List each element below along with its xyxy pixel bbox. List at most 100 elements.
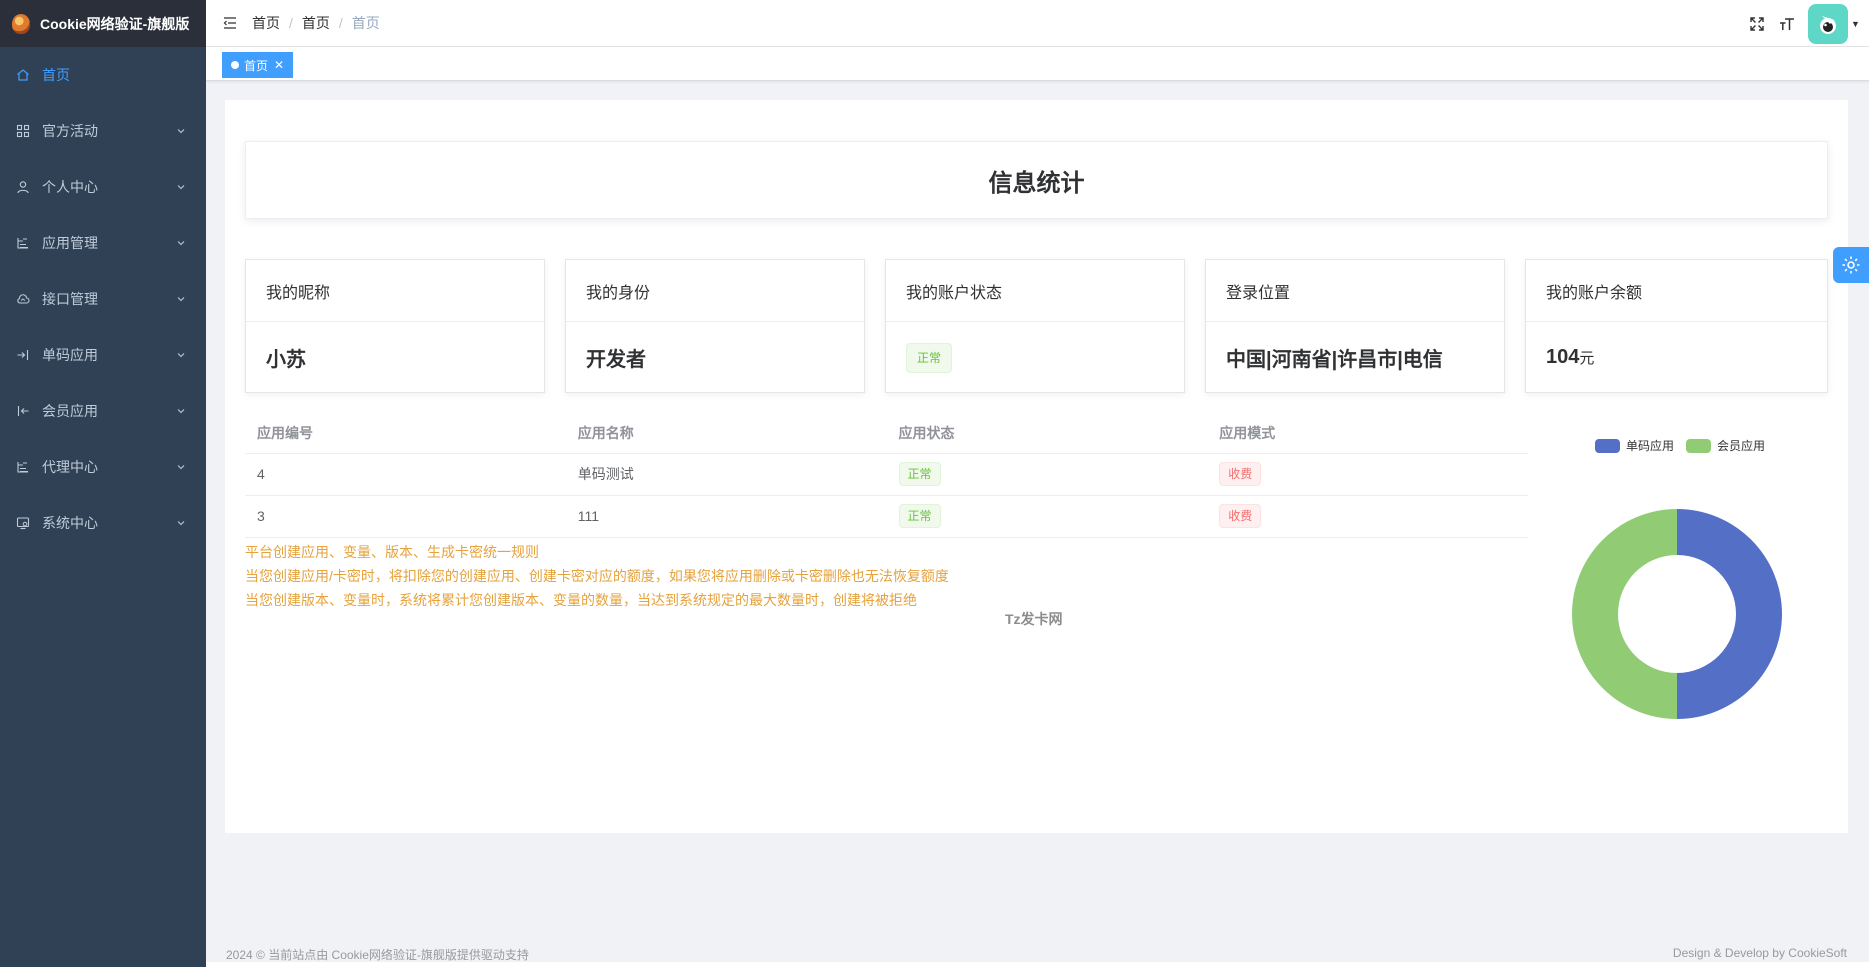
donut-slice[interactable] <box>1677 509 1782 719</box>
login-icon <box>16 348 30 362</box>
info-card-label: 我的昵称 <box>246 260 544 322</box>
sidebar-item-label: 代理中心 <box>42 459 98 475</box>
cloud-icon <box>16 292 30 306</box>
info-card-nickname: 我的昵称 小苏 <box>245 259 545 393</box>
status-badge: 正常 <box>906 342 953 373</box>
sidebar-item-home[interactable]: 首页 <box>0 47 206 103</box>
watermark: Tz发卡网 <box>1005 611 1063 627</box>
brand[interactable]: Cookie网络验证-旗舰版 <box>0 0 206 47</box>
notice-line: 当您创建应用/卡密时，将扣除您的创建应用、创建卡密对应的额度，如果您将应用删除或… <box>245 568 949 584</box>
caret-down-icon[interactable]: ▼ <box>1851 19 1861 29</box>
notice-line: 当您创建版本、变量时，系统将累计您创建版本、变量的数量，当达到系统规定的最大数量… <box>245 592 917 608</box>
info-card-label: 我的身份 <box>566 260 864 322</box>
sidebar-item-label: 接口管理 <box>42 291 98 307</box>
sidebar-item-label: 官方活动 <box>42 123 98 139</box>
sidebar-item-label: 会员应用 <box>42 403 98 419</box>
legend-item[interactable]: 单码应用 <box>1595 437 1674 454</box>
page-title: 信息统计 <box>988 169 1085 197</box>
info-card-account-status: 我的账户状态 正常 <box>885 259 1185 393</box>
breadcrumb-separator: / <box>338 15 343 31</box>
breadcrumb: 首页 / 首页 / 首页 <box>252 13 380 33</box>
breadcrumb-item[interactable]: 首页 <box>302 13 330 33</box>
legend-swatch <box>1686 438 1712 453</box>
sidebar-item-system-center[interactable]: 系统中心 <box>0 495 206 551</box>
sidebar-item-single-code-app[interactable]: 单码应用 <box>0 327 206 383</box>
table-cell: 正常 <box>886 453 1208 496</box>
info-card-identity: 我的身份 开发者 <box>565 259 865 393</box>
sidebar-item-api-management[interactable]: 接口管理 <box>0 271 206 327</box>
info-card-login-location: 登录位置 中国|河南省|许昌市|电信 <box>1205 259 1505 393</box>
donut-slice[interactable] <box>1572 509 1677 719</box>
column-header: 应用状态 <box>886 413 1208 454</box>
chevron-down-icon <box>177 465 185 470</box>
table-cell: 111 <box>565 495 887 538</box>
legend-swatch <box>1595 438 1620 453</box>
column-header: 应用编号 <box>245 413 566 454</box>
legend-label: 单码应用 <box>1626 439 1675 453</box>
sidebar-item-app-management[interactable]: 应用管理 <box>0 215 206 271</box>
brand-logo <box>12 13 30 34</box>
monitor-icon <box>16 516 30 530</box>
font-size-icon[interactable] <box>1778 15 1796 33</box>
breadcrumb-item[interactable]: 首页 <box>252 13 280 33</box>
table-cell: 4 <box>245 453 566 496</box>
tag-home[interactable]: 首页 ✕ <box>222 52 294 78</box>
column-header: 应用模式 <box>1207 413 1528 454</box>
avatar[interactable] <box>1808 3 1848 44</box>
tree-icon <box>16 236 30 250</box>
legend-item[interactable]: 会员应用 <box>1686 437 1765 454</box>
table-cell: 收费 <box>1207 453 1528 496</box>
tag-label: 首页 <box>244 58 269 73</box>
home-icon <box>16 68 30 82</box>
close-icon[interactable]: ✕ <box>274 58 284 72</box>
chevron-down-icon <box>177 185 185 190</box>
table-row[interactable]: 4 单码测试 正常 收费 <box>245 453 1528 496</box>
sidebar-item-label: 系统中心 <box>42 515 98 531</box>
table-cell: 正常 <box>886 495 1208 538</box>
chevron-down-icon <box>177 241 185 246</box>
sidebar-item-activities[interactable]: 官方活动 <box>0 103 206 159</box>
tags-view: 首页 ✕ <box>206 47 1869 81</box>
breadcrumb-separator: / <box>289 15 293 31</box>
table-cell: 收费 <box>1207 495 1528 538</box>
brand-title: Cookie网络验证-旗舰版 <box>40 15 190 32</box>
info-card-value: 开发者 <box>586 349 646 371</box>
hamburger-icon[interactable] <box>222 15 238 31</box>
tree-icon <box>16 460 30 474</box>
notice-list: 平台创建应用、变量、版本、生成卡密统一规则 当您创建应用/卡密时，将扣除您的创建… <box>245 540 949 612</box>
info-card-value: 小苏 <box>266 349 306 371</box>
table-header-row: 应用编号 应用名称 应用状态 应用模式 <box>245 413 1528 454</box>
table-row[interactable]: 3 111 正常 收费 <box>245 495 1528 538</box>
stats-title-card: 信息统计 <box>245 141 1828 219</box>
chevron-down-icon <box>177 409 185 414</box>
navbar-right: ▼ <box>1748 0 1869 47</box>
sidebar-item-label: 个人中心 <box>42 179 98 195</box>
bottom-bar <box>206 962 1869 967</box>
status-badge: 正常 <box>898 504 941 528</box>
notice-line: 平台创建应用、变量、版本、生成卡密统一规则 <box>245 544 539 560</box>
sidebar-item-label: 单码应用 <box>42 347 98 363</box>
status-badge: 正常 <box>898 462 941 486</box>
table-cell: 3 <box>245 495 566 538</box>
chevron-down-icon <box>177 353 185 358</box>
navbar: 首页 / 首页 / 首页 ▼ <box>206 0 1869 47</box>
sidebar-item-member-app[interactable]: 会员应用 <box>0 383 206 439</box>
dashboard-panel: 信息统计 我的昵称 小苏 我的身份 开发者 我的账户状态 正常 登录位置 中国|… <box>225 100 1848 833</box>
table-cell: 单码测试 <box>565 453 887 496</box>
info-card-value: 中国|河南省|许昌市|电信 <box>1226 349 1443 371</box>
balance-unit: 元 <box>1579 350 1595 367</box>
info-card-label: 我的账户余额 <box>1526 260 1827 322</box>
donut-chart <box>1572 509 1782 719</box>
balance-amount: 104 <box>1546 346 1580 368</box>
sidebar-item-agent-center[interactable]: 代理中心 <box>0 439 206 495</box>
settings-button[interactable] <box>1833 247 1869 283</box>
sidebar-item-label: 首页 <box>42 67 70 83</box>
chart-legend: 单码应用 会员应用 <box>1595 437 1777 454</box>
app-table: 应用编号 应用名称 应用状态 应用模式 4 单码测试 正常 收费 3 111 正… <box>245 413 1528 538</box>
mode-badge: 收费 <box>1219 462 1262 486</box>
chevron-down-icon <box>177 297 185 302</box>
sidebar-item-profile[interactable]: 个人中心 <box>0 159 206 215</box>
fullscreen-icon[interactable] <box>1748 15 1766 33</box>
user-icon <box>16 180 30 194</box>
info-card-value: 正常 <box>886 322 1184 393</box>
